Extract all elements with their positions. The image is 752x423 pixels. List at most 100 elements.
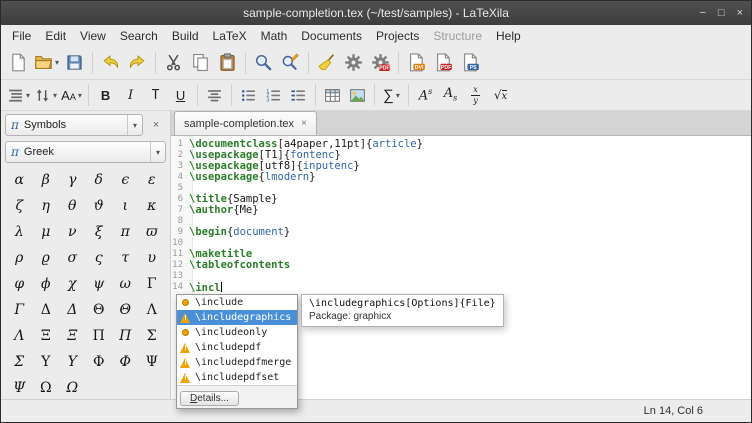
- greek-symbol[interactable]: Π: [112, 323, 139, 349]
- square-root-button[interactable]: √x: [488, 83, 513, 107]
- copy-button[interactable]: [187, 50, 214, 76]
- greek-symbol[interactable]: μ: [33, 219, 60, 245]
- greek-symbol[interactable]: π: [112, 219, 139, 245]
- list-description-button[interactable]: [286, 83, 311, 107]
- search-and-replace-button[interactable]: [277, 50, 304, 76]
- greek-symbol[interactable]: Λ: [6, 323, 33, 349]
- greek-symbol[interactable]: φ: [6, 271, 33, 297]
- menu-math[interactable]: Math: [254, 27, 295, 45]
- greek-symbol[interactable]: υ: [139, 245, 166, 271]
- greek-symbol[interactable]: ω: [112, 271, 139, 297]
- menu-documents[interactable]: Documents: [294, 27, 369, 45]
- table-environment-button[interactable]: [320, 83, 345, 107]
- cut-button[interactable]: [160, 50, 187, 76]
- greek-symbol[interactable]: ι: [112, 193, 139, 219]
- close-button[interactable]: ×: [737, 8, 743, 19]
- completion-item[interactable]: \includepdfmerge: [177, 355, 297, 370]
- greek-symbol[interactable]: Υ: [59, 349, 86, 375]
- minimize-button[interactable]: −: [699, 8, 705, 19]
- greek-symbol[interactable]: Ξ: [59, 323, 86, 349]
- greek-symbol[interactable]: Θ: [112, 297, 139, 323]
- greek-symbol[interactable]: χ: [59, 271, 86, 297]
- tab-sample-completion[interactable]: sample-completion.tex ×: [174, 111, 317, 135]
- menu-help[interactable]: Help: [489, 27, 528, 45]
- view-ps-button[interactable]: PS: [457, 50, 484, 76]
- list-itemize-button[interactable]: [236, 83, 261, 107]
- greek-symbol[interactable]: ζ: [6, 193, 33, 219]
- center-button[interactable]: [202, 83, 227, 107]
- math-environments-button[interactable]: ∑▾: [379, 83, 404, 107]
- menu-view[interactable]: View: [73, 27, 113, 45]
- code-line[interactable]: 13: [171, 271, 751, 282]
- greek-symbol[interactable]: Γ: [139, 271, 166, 297]
- greek-symbol[interactable]: θ: [59, 193, 86, 219]
- greek-symbol[interactable]: Θ: [86, 297, 113, 323]
- compile-pdflatex-button[interactable]: PDF: [367, 50, 394, 76]
- code-line[interactable]: 9\begin{document}: [171, 227, 751, 238]
- completion-item[interactable]: \includepdf: [177, 340, 297, 355]
- sectioning-button[interactable]: ▾: [5, 83, 32, 107]
- menu-file[interactable]: File: [5, 27, 38, 45]
- greek-symbol[interactable]: ς: [86, 245, 113, 271]
- greek-symbol[interactable]: Ω: [59, 375, 86, 399]
- greek-symbol[interactable]: Ξ: [33, 323, 60, 349]
- greek-symbol[interactable]: η: [33, 193, 60, 219]
- character-size-button[interactable]: AA▾: [59, 83, 84, 107]
- clean-build-files-button[interactable]: [313, 50, 340, 76]
- view-pdf-button[interactable]: PDF: [430, 50, 457, 76]
- code-line[interactable]: 14\incl: [171, 282, 751, 293]
- typewriter-button[interactable]: T: [143, 83, 168, 107]
- greek-symbol[interactable]: Π: [86, 323, 113, 349]
- tab-close-icon[interactable]: ×: [301, 118, 307, 129]
- greek-symbol[interactable]: ξ: [86, 219, 113, 245]
- superscript-button[interactable]: As: [413, 83, 438, 107]
- details-button[interactable]: Details...: [180, 391, 239, 406]
- greek-symbol[interactable]: β: [33, 167, 60, 193]
- greek-symbol[interactable]: Ψ: [139, 349, 166, 375]
- completion-item[interactable]: \include: [177, 295, 297, 310]
- menu-projects[interactable]: Projects: [369, 27, 426, 45]
- greek-symbol[interactable]: Υ: [33, 349, 60, 375]
- open-button[interactable]: ▾: [32, 50, 61, 76]
- greek-symbol[interactable]: Φ: [112, 349, 139, 375]
- greek-symbol[interactable]: Σ: [6, 349, 33, 375]
- menu-structure[interactable]: Structure: [426, 27, 489, 45]
- view-dvi-button[interactable]: DVI: [403, 50, 430, 76]
- greek-symbol[interactable]: ρ: [6, 245, 33, 271]
- close-panel-button[interactable]: ×: [146, 115, 166, 135]
- list-enumerate-button[interactable]: 123: [261, 83, 286, 107]
- completion-item[interactable]: \includepdfset: [177, 370, 297, 385]
- greek-symbol[interactable]: Σ: [139, 323, 166, 349]
- greek-symbol[interactable]: γ: [59, 167, 86, 193]
- menu-search[interactable]: Search: [113, 27, 165, 45]
- paste-button[interactable]: [214, 50, 241, 76]
- greek-symbol[interactable]: σ: [59, 245, 86, 271]
- greek-symbol[interactable]: Γ: [6, 297, 33, 323]
- greek-symbol[interactable]: ϱ: [33, 245, 60, 271]
- greek-symbol[interactable]: λ: [6, 219, 33, 245]
- italic-button[interactable]: I: [118, 83, 143, 107]
- greek-symbol[interactable]: α: [6, 167, 33, 193]
- compile-latex-button[interactable]: [340, 50, 367, 76]
- greek-symbol[interactable]: ϖ: [139, 219, 166, 245]
- bold-button[interactable]: B: [93, 83, 118, 107]
- greek-symbol[interactable]: Φ: [86, 349, 113, 375]
- fraction-button[interactable]: xy: [463, 83, 488, 107]
- greek-symbol[interactable]: ϑ: [86, 193, 113, 219]
- greek-symbol[interactable]: ϵ: [112, 167, 139, 193]
- greek-symbol[interactable]: ϕ: [33, 271, 60, 297]
- panel-selector-combobox[interactable]: π Symbols ▾: [5, 114, 143, 136]
- greek-symbol[interactable]: τ: [112, 245, 139, 271]
- code-line[interactable]: 12\tableofcontents: [171, 260, 751, 271]
- greek-symbol[interactable]: Ψ: [6, 375, 33, 399]
- references-button[interactable]: ▾: [32, 83, 59, 107]
- code-line[interactable]: 4\usepackage{lmodern}: [171, 172, 751, 183]
- underline-button[interactable]: U: [168, 83, 193, 107]
- menu-latex[interactable]: LaTeX: [206, 27, 254, 45]
- menu-edit[interactable]: Edit: [38, 27, 73, 45]
- code-line[interactable]: 10: [171, 238, 751, 249]
- completion-item-selected[interactable]: \includegraphics: [177, 310, 297, 325]
- maximize-button[interactable]: □: [718, 8, 725, 19]
- greek-symbol[interactable]: Λ: [139, 297, 166, 323]
- subscript-button[interactable]: As: [438, 83, 463, 107]
